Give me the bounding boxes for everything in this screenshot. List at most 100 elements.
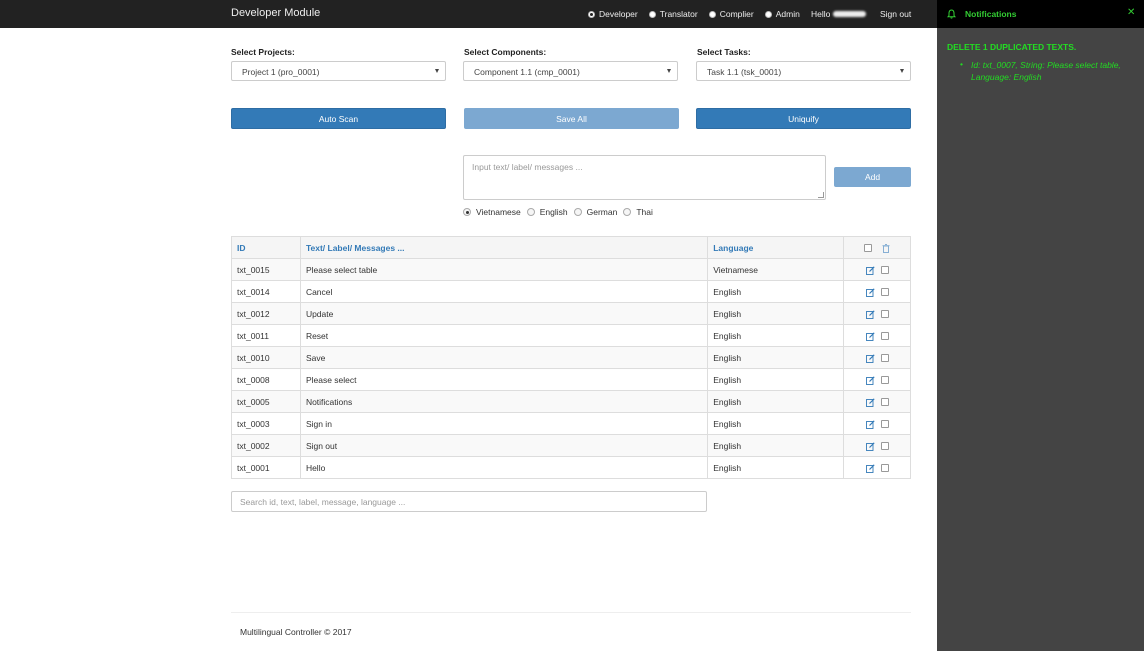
cell-actions xyxy=(843,434,911,457)
role-translator[interactable]: Translator xyxy=(648,9,698,19)
cell-actions xyxy=(843,324,911,347)
notification-heading: DELETE 1 DUPLICATED TEXTS. xyxy=(947,42,1077,52)
row-checkbox[interactable] xyxy=(880,354,889,363)
caret-down-icon xyxy=(435,69,439,73)
tasks-select[interactable]: Task 1.1 (tsk_0001) xyxy=(696,61,911,81)
components-value: Component 1.1 (cmp_0001) xyxy=(474,67,580,77)
header-text[interactable]: Text/ Label/ Messages ... xyxy=(299,236,709,259)
row-checkbox[interactable] xyxy=(880,332,889,341)
header-id[interactable]: ID xyxy=(231,236,301,259)
role-label: Developer xyxy=(599,9,638,19)
cell-text: Reset xyxy=(299,324,709,347)
edit-icon[interactable] xyxy=(865,464,875,473)
radio-icon[interactable] xyxy=(623,208,632,216)
table-row: txt_0015 Please select table Vietnamese xyxy=(231,258,911,281)
footer-text: Multilingual Controller © 2017 xyxy=(240,627,352,637)
edit-icon[interactable] xyxy=(865,420,875,429)
radio-icon[interactable] xyxy=(573,208,582,216)
add-button[interactable]: Add xyxy=(834,167,911,187)
notifications-title: Notifications xyxy=(965,9,1017,19)
tasks-label: Select Tasks: xyxy=(697,47,751,57)
edit-icon[interactable] xyxy=(865,288,875,297)
table-row: txt_0014 Cancel English xyxy=(231,280,911,303)
redacted-username xyxy=(833,11,867,17)
role-admin[interactable]: Admin xyxy=(764,9,800,19)
role-complier[interactable]: Complier xyxy=(708,9,754,19)
cell-text: Sign in xyxy=(299,412,709,435)
radio-icon[interactable] xyxy=(463,208,471,216)
save-all-button[interactable]: Save All xyxy=(464,108,679,129)
text-input-placeholder: Input text/ label/ messages ... xyxy=(472,162,583,172)
row-checkbox[interactable] xyxy=(880,398,889,407)
caret-down-icon xyxy=(667,69,671,73)
role-label: Admin xyxy=(775,9,800,19)
cell-actions xyxy=(843,456,911,479)
edit-icon[interactable] xyxy=(865,354,875,363)
bullet-icon: • xyxy=(960,59,963,69)
lang-english[interactable]: English xyxy=(526,207,568,217)
cell-text: Update xyxy=(299,302,709,325)
lang-vietnamese[interactable]: Vietnamese xyxy=(463,207,521,217)
cell-text: Sign out xyxy=(299,434,709,457)
edit-icon[interactable] xyxy=(865,376,875,385)
text-input[interactable]: Input text/ label/ messages ... xyxy=(463,155,826,200)
row-checkbox[interactable] xyxy=(880,266,889,275)
header-language[interactable]: Language xyxy=(707,236,845,259)
cell-id: txt_0012 xyxy=(231,302,301,325)
lang-label: German xyxy=(586,207,618,217)
header-actions xyxy=(843,236,911,259)
projects-value: Project 1 (pro_0001) xyxy=(242,67,320,77)
lang-german[interactable]: German xyxy=(573,207,618,217)
notifications-panel xyxy=(937,0,1144,651)
role-label: Complier xyxy=(719,9,754,19)
table-row: txt_0011 Reset English xyxy=(231,324,911,347)
search-placeholder: Search id, text, label, message, languag… xyxy=(240,497,406,507)
select-all-checkbox[interactable] xyxy=(863,244,872,253)
app-title: Developer Module xyxy=(231,7,321,19)
radio-icon[interactable] xyxy=(648,10,656,18)
cell-actions xyxy=(843,390,911,413)
edit-icon[interactable] xyxy=(865,332,875,341)
table-row: txt_0005 Notifications English xyxy=(231,390,911,413)
search-input[interactable]: Search id, text, label, message, languag… xyxy=(231,491,707,512)
table-row: txt_0001 Hello English xyxy=(231,456,911,479)
row-checkbox[interactable] xyxy=(880,420,889,429)
bell-icon xyxy=(947,9,956,19)
row-checkbox[interactable] xyxy=(880,288,889,297)
edit-icon[interactable] xyxy=(865,310,875,319)
trash-icon[interactable] xyxy=(882,243,890,253)
signout-link[interactable]: Sign out xyxy=(880,9,911,19)
language-selector: Vietnamese English German Thai xyxy=(463,207,659,217)
radio-icon[interactable] xyxy=(708,10,716,18)
role-developer[interactable]: Developer xyxy=(588,9,638,19)
row-checkbox[interactable] xyxy=(880,442,889,451)
edit-icon[interactable] xyxy=(865,266,875,275)
uniquify-button[interactable]: Uniquify xyxy=(696,108,911,129)
auto-scan-button[interactable]: Auto Scan xyxy=(231,108,446,129)
cell-id: txt_0010 xyxy=(231,346,301,369)
user-greeting: Hello xyxy=(811,9,867,19)
components-select[interactable]: Component 1.1 (cmp_0001) xyxy=(463,61,678,81)
resize-handle-icon[interactable] xyxy=(818,192,824,198)
edit-icon[interactable] xyxy=(865,442,875,451)
caret-down-icon xyxy=(900,69,904,73)
cell-language: English xyxy=(707,456,845,479)
cell-actions xyxy=(843,258,911,281)
cell-language: English xyxy=(707,346,845,369)
cell-id: txt_0005 xyxy=(231,390,301,413)
row-checkbox[interactable] xyxy=(880,376,889,385)
edit-icon[interactable] xyxy=(865,398,875,407)
radio-icon[interactable] xyxy=(526,208,535,216)
radio-icon[interactable] xyxy=(588,10,595,18)
role-selector: Developer Translator Complier Admin xyxy=(588,9,811,19)
lang-thai[interactable]: Thai xyxy=(623,207,653,217)
table-row: txt_0012 Update English xyxy=(231,302,911,325)
cell-text: Cancel xyxy=(299,280,709,303)
projects-select[interactable]: Project 1 (pro_0001) xyxy=(231,61,446,81)
radio-icon[interactable] xyxy=(764,10,772,18)
row-checkbox[interactable] xyxy=(880,310,889,319)
close-icon[interactable]: ✕ xyxy=(1127,7,1135,18)
lang-label: English xyxy=(539,207,568,217)
row-checkbox[interactable] xyxy=(880,464,889,473)
table-row: txt_0002 Sign out English xyxy=(231,434,911,457)
